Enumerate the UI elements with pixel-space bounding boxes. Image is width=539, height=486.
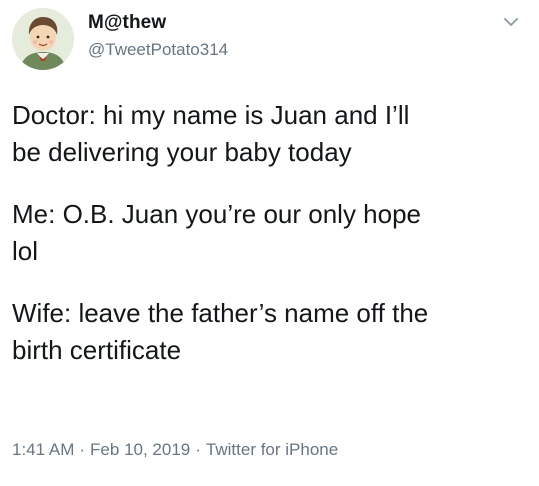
user-handle[interactable]: @TweetPotato314	[88, 40, 228, 60]
display-name[interactable]: M@thew	[88, 12, 166, 34]
avatar[interactable]	[12, 8, 74, 70]
more-options-button[interactable]	[502, 13, 520, 31]
tweet-paragraph: Wife: leave the father’s name off the bi…	[12, 298, 429, 365]
meta-separator: ·	[79, 440, 86, 459]
tweet-paragraph: Doctor: hi my name is Juan and I’ll be d…	[12, 100, 410, 167]
tweet-date[interactable]: Feb 10, 2019	[90, 440, 190, 459]
tweet-source[interactable]: Twitter for iPhone	[206, 440, 338, 459]
tweet-time[interactable]: 1:41 AM	[12, 440, 74, 459]
chevron-down-icon	[504, 18, 518, 26]
tweet-metadata: 1:41 AM · Feb 10, 2019 · Twitter for iPhone	[12, 440, 338, 460]
cartoon-person-avatar-icon	[12, 8, 74, 70]
tweet: M@thew @TweetPotato314 Doctor: hi my nam…	[0, 0, 539, 486]
tweet-text: Doctor: hi my name is Juan and I’ll be d…	[12, 97, 527, 369]
tweet-paragraph: Me: O.B. Juan you’re our only hope lol	[12, 199, 422, 266]
meta-separator: ·	[195, 440, 201, 459]
